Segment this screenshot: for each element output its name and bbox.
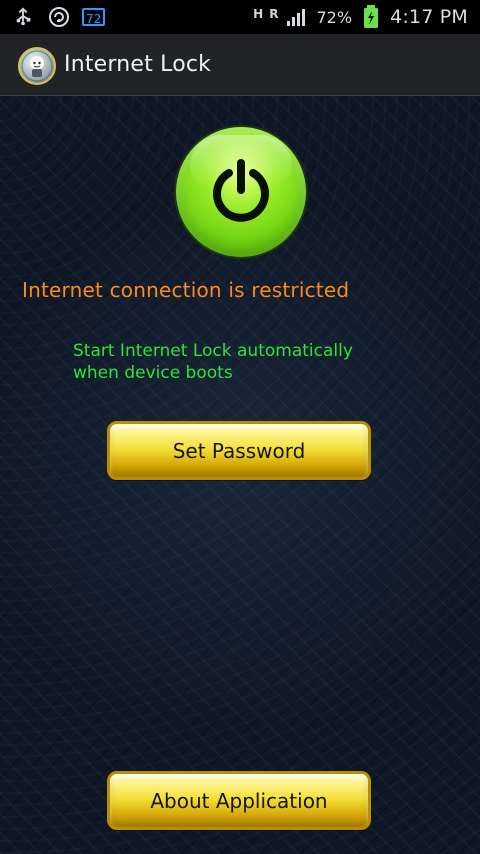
power-toggle-button[interactable] [176,127,306,257]
autostart-line-2: when device boots [73,363,233,383]
battery-icon [358,4,384,30]
battery-box-icon: 72 [82,8,106,26]
status-right-group: H R 72% 4:17 PM [253,3,468,31]
autostart-line-1: Start Internet Lock automatically [73,341,353,361]
status-bar: 72 H R 72% 4:17 PM [0,0,480,34]
power-icon [213,159,269,222]
autostart-description: Start Internet Lock automatically when d… [73,340,433,384]
status-time: 4:17 PM [390,6,468,28]
main-content: Internet connection is restricted Start … [0,96,480,854]
set-password-button[interactable]: Set Password [107,421,371,480]
network-h-label: H [253,7,264,21]
sync-icon [46,4,72,30]
usb-icon [10,4,36,30]
status-left-group: 72 [10,4,106,30]
battery-percent: 72% [316,7,353,27]
network-r-label: R [269,7,279,21]
about-application-button[interactable]: About Application [107,771,371,830]
app-icon [18,47,56,85]
restriction-status-text: Internet connection is restricted [22,278,350,302]
app-bar: Internet Lock [0,34,480,96]
app-title: Internet Lock [64,52,212,77]
signal-icon [284,4,310,30]
